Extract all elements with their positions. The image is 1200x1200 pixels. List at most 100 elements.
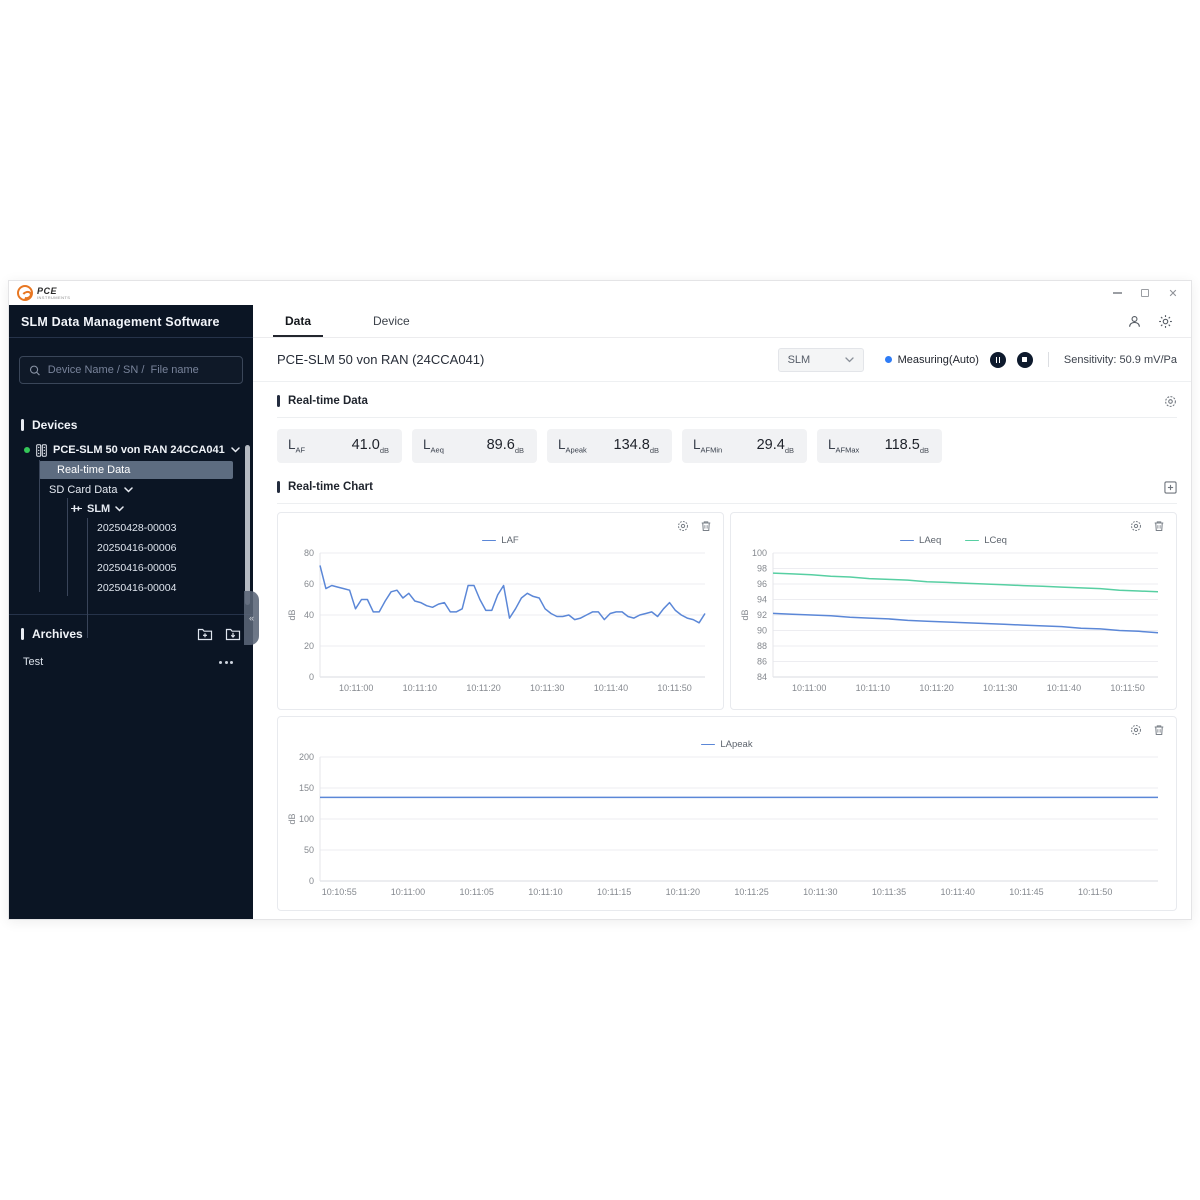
chevron-down-icon[interactable] <box>231 447 240 453</box>
laf-chart: 0 20 40 60 80 dB 10:11:00 10:11:10 10:11:20 10:11… <box>286 547 715 697</box>
measuring-dot <box>884 356 892 363</box>
svg-text:96: 96 <box>757 579 767 589</box>
chevron-down-icon[interactable] <box>115 505 124 512</box>
chart-legend[interactable]: LApeak <box>286 738 1168 751</box>
device-tree: PCE-SLM 50 von RAN 24CCA041 Real-time Da… <box>9 440 253 638</box>
svg-text:10:11:20: 10:11:20 <box>466 683 500 693</box>
svg-text:10:11:40: 10:11:40 <box>941 887 975 897</box>
sidebar-collapse-handle[interactable]: « <box>244 591 259 645</box>
archive-item-test[interactable]: Test <box>9 651 253 673</box>
device-node[interactable]: PCE-SLM 50 von RAN 24CCA041 <box>9 440 253 460</box>
chart-card-laeq-lceq: LAeq LCeq 84 86 88 90 92 94 96 98 100 dB 10:11:00 10… <box>730 512 1177 710</box>
devices-accent-bar <box>21 419 24 431</box>
pce-logo: PCE INSTRUMENTS <box>17 285 70 301</box>
metric-card-laf: LAF 41.0dB <box>277 429 402 463</box>
sidebar: SLM Data Management Software Devices PCE… <box>9 305 259 919</box>
chart-settings-icon[interactable] <box>1130 724 1142 736</box>
svg-text:dB: dB <box>740 609 750 620</box>
pce-logo-icon <box>17 285 33 301</box>
legend-item-lceq[interactable]: LCeq <box>965 535 1007 546</box>
legend-swatch <box>900 539 915 542</box>
sidebar-file-item[interactable]: 20250416-00006 <box>9 538 253 558</box>
add-chart-icon[interactable] <box>1164 480 1177 494</box>
chevron-down-icon[interactable] <box>124 486 134 493</box>
chart-settings-icon[interactable] <box>677 520 689 532</box>
pause-button[interactable] <box>989 351 1006 368</box>
metric-label: LApeak <box>558 437 587 455</box>
svg-text:10:11:35: 10:11:35 <box>872 887 906 897</box>
device-name: PCE-SLM 50 von RAN 24CCA041 <box>53 444 225 456</box>
svg-text:92: 92 <box>757 610 767 620</box>
chart-delete-icon[interactable] <box>1153 520 1165 532</box>
svg-text:10:11:00: 10:11:00 <box>391 887 425 897</box>
chart-delete-icon[interactable] <box>1153 724 1165 736</box>
realtime-data-title: Real-time Data <box>288 395 368 407</box>
device-online-dot <box>24 447 30 453</box>
svg-text:200: 200 <box>299 752 314 762</box>
app-window: PCE INSTRUMENTS ✕ SLM Data Management So… <box>8 280 1192 920</box>
logo-sub-text: INSTRUMENTS <box>37 294 71 300</box>
sidebar-item-sd-card-data[interactable]: SD Card Data <box>9 480 253 499</box>
chart-settings-icon[interactable] <box>1130 520 1142 532</box>
chart-card-lapeak: LApeak 0 50 100 150 200 dB 10:10:55 10:11:00 10:… <box>277 716 1177 911</box>
close-button[interactable]: ✕ <box>1167 287 1179 300</box>
chart-legend[interactable]: LAF <box>286 534 715 547</box>
metric-card-laeq: LAeq 89.6dB <box>412 429 537 463</box>
svg-text:0: 0 <box>309 876 314 886</box>
legend-item-laf[interactable]: LAF <box>482 535 519 546</box>
svg-text:0: 0 <box>309 672 314 682</box>
slm-filter-icon <box>71 505 82 512</box>
svg-text:10:11:40: 10:11:40 <box>594 683 628 693</box>
devices-section-label: Devices <box>32 418 78 432</box>
sidebar-file-item[interactable]: 20250428-00003 <box>9 518 253 538</box>
legend-item-laeq[interactable]: LAeq <box>900 535 941 546</box>
file-name: 20250416-00006 <box>97 542 177 554</box>
legend-swatch <box>965 539 980 542</box>
section-accent-bar <box>277 481 280 493</box>
legend-label: LAF <box>501 535 519 546</box>
tab-device[interactable]: Device <box>367 305 416 337</box>
measuring-status: Measuring(Auto) <box>884 354 979 366</box>
sidebar-scrollbar[interactable] <box>245 445 250 605</box>
file-name: 20250416-00004 <box>97 582 177 594</box>
user-icon[interactable] <box>1127 314 1142 329</box>
svg-text:50: 50 <box>304 845 314 855</box>
folder-import-icon[interactable] <box>225 627 241 641</box>
search-input[interactable] <box>47 364 233 376</box>
svg-text:10:11:00: 10:11:00 <box>792 683 826 693</box>
chart-delete-icon[interactable] <box>700 520 712 532</box>
tab-bar: Data Device <box>253 305 1191 338</box>
svg-text:20: 20 <box>304 641 314 651</box>
svg-text:10:11:15: 10:11:15 <box>597 887 631 897</box>
main-panel: Data Device PCE-SLM 50 von RAN (24CCA041… <box>253 305 1191 919</box>
mode-select[interactable]: SLM <box>777 347 864 372</box>
sensitivity-value: Sensitivity: 50.9 mV/Pa <box>1063 353 1177 366</box>
stop-button[interactable] <box>1016 351 1033 368</box>
tab-data[interactable]: Data <box>272 305 324 337</box>
minimize-button[interactable] <box>1111 287 1123 299</box>
metric-value: 118.5dB <box>884 437 929 455</box>
svg-text:10:11:50: 10:11:50 <box>657 683 691 693</box>
restore-button[interactable] <box>1139 287 1151 299</box>
settings-gear-icon[interactable] <box>1158 314 1173 329</box>
chart-legend[interactable]: LAeq LCeq <box>739 534 1168 547</box>
svg-text:10:11:50: 10:11:50 <box>1110 683 1144 693</box>
metric-label: LAFMax <box>828 437 860 455</box>
search-icon <box>29 365 40 375</box>
sidebar-file-item[interactable]: 20250416-00004 <box>9 578 253 598</box>
folder-add-icon[interactable] <box>197 627 213 641</box>
legend-item-lapeak[interactable]: LApeak <box>701 739 753 750</box>
app-title: SLM Data Management Software <box>21 315 220 329</box>
realtime-data-settings-icon[interactable] <box>1164 395 1177 408</box>
svg-text:84: 84 <box>757 672 767 682</box>
device-header-row: PCE-SLM 50 von RAN (24CCA041) SLM Measur… <box>253 338 1191 382</box>
svg-text:10:11:30: 10:11:30 <box>530 683 564 693</box>
sidebar-file-item[interactable]: 20250416-00005 <box>9 558 253 578</box>
svg-text:10:11:00: 10:11:00 <box>339 683 373 693</box>
metric-card-lafmax: LAFMax 118.5dB <box>817 429 942 463</box>
svg-text:60: 60 <box>304 579 314 589</box>
sidebar-item-slm[interactable]: SLM <box>9 499 253 518</box>
sidebar-item-realtime-data[interactable]: Real-time Data <box>39 461 233 479</box>
more-options-icon[interactable] <box>219 660 239 664</box>
legend-label: LApeak <box>720 739 753 750</box>
